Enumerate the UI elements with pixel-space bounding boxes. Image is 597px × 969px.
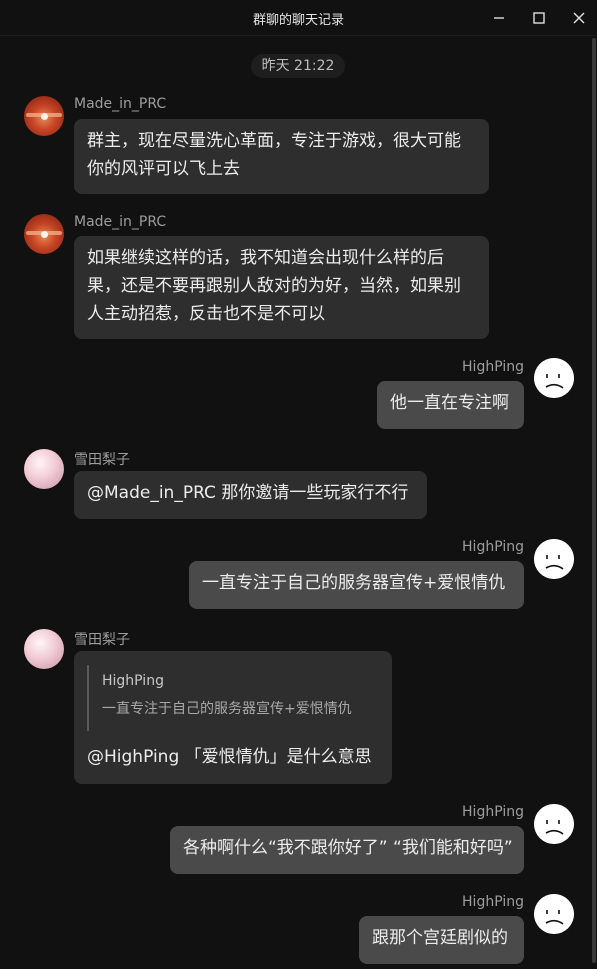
scrollbar[interactable] — [592, 38, 596, 963]
close-icon[interactable] — [570, 9, 588, 27]
message-bubble[interactable]: 跟那个宫廷剧似的 — [359, 916, 524, 964]
sender-name[interactable]: HighPing — [462, 804, 524, 820]
maximize-icon[interactable] — [530, 9, 548, 27]
message-bubble[interactable]: HighPing 一直专注于自己的服务器宣传+爱恨情仇 @HighPing 「爱… — [74, 651, 392, 784]
message-line: 跟那个宫廷剧似的 — [372, 928, 508, 948]
quoted-text: 一直专注于自己的服务器宣传+爱恨情仇 — [102, 701, 352, 717]
message-line: 各种啊什么“我不跟你好了” “我们能和好吗” — [183, 838, 513, 858]
sender-name[interactable]: 雪田梨子 — [74, 629, 130, 649]
minimize-icon[interactable] — [490, 9, 508, 27]
timestamp-divider: 昨天 21:22 — [251, 54, 345, 78]
message-line: 果，还是不要再跟别人敌对的为好，当然，如果别 — [87, 276, 461, 296]
message-bubble[interactable]: 一直专注于自己的服务器宣传+爱恨情仇 — [189, 561, 524, 609]
sender-name[interactable]: Made_in_PRC — [74, 96, 166, 112]
message-bubble[interactable]: @Made_in_PRC 那你邀请一些玩家行不行 — [74, 471, 427, 519]
sender-name[interactable]: HighPing — [462, 539, 524, 555]
message-bubble[interactable]: 群主，现在尽量洗心革面，专注于游戏，很大可能 你的风评可以飞上去 — [74, 119, 489, 194]
avatar[interactable] — [24, 214, 64, 254]
message-line: @Made_in_PRC 那你邀请一些玩家行不行 — [87, 483, 409, 503]
message-bubble[interactable]: 如果继续这样的话，我不知道会出现什么样的后 果，还是不要再跟别人敌对的为好，当然… — [74, 236, 489, 339]
sender-name[interactable]: HighPing — [462, 359, 524, 375]
quoted-message[interactable]: HighPing 一直专注于自己的服务器宣传+爱恨情仇 — [87, 665, 357, 731]
title-bar: 群聊的聊天记录 — [0, 0, 597, 36]
sender-name[interactable]: HighPing — [462, 894, 524, 910]
avatar[interactable] — [24, 96, 64, 136]
avatar[interactable] — [534, 539, 574, 579]
message-line: 如果继续这样的话，我不知道会出现什么样的后 — [87, 248, 444, 268]
avatar[interactable] — [534, 804, 574, 844]
message-line: 你的风评可以飞上去 — [87, 159, 240, 179]
message-line: 一直专注于自己的服务器宣传+爱恨情仇 — [202, 573, 506, 593]
avatar[interactable] — [24, 449, 64, 489]
avatar[interactable] — [534, 358, 574, 398]
avatar[interactable] — [534, 894, 574, 934]
message-bubble[interactable]: 他一直在专注啊 — [377, 381, 524, 429]
quoted-sender: HighPing — [102, 673, 164, 689]
message-line: 他一直在专注啊 — [390, 393, 509, 413]
sender-name[interactable]: Made_in_PRC — [74, 214, 166, 230]
message-line: 人主动招惹，反击也不是不可以 — [87, 304, 325, 324]
message-line: @HighPing 「爱恨情仇」是什么意思 — [87, 747, 372, 767]
sender-name[interactable]: 雪田梨子 — [74, 449, 130, 469]
message-bubble[interactable]: 各种啊什么“我不跟你好了” “我们能和好吗” — [170, 826, 524, 874]
message-line: 群主，现在尽量洗心革面，专注于游戏，很大可能 — [87, 131, 461, 151]
avatar[interactable] — [24, 629, 64, 669]
